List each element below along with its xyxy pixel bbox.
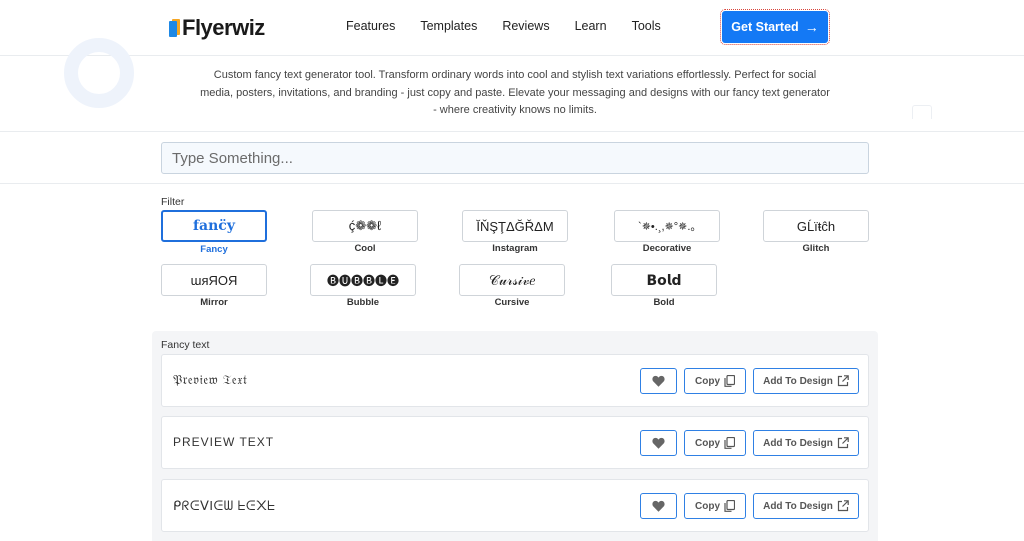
result-text[interactable]: ᑭᖇᕮᐯIᕮᗯ ᖶᕮ᙭ᖶ bbox=[173, 498, 275, 514]
nav-features[interactable]: Features bbox=[346, 19, 395, 33]
add-to-design-label: Add To Design bbox=[763, 375, 833, 387]
filter-mirror-button[interactable]: ɯᴙЯOЯ bbox=[161, 264, 267, 296]
copy-button[interactable]: Copy bbox=[684, 430, 746, 456]
filter-bubble-button[interactable]: 🅑🅤🅑🅑🅛🅔 bbox=[310, 264, 416, 296]
favorite-button[interactable] bbox=[640, 430, 677, 456]
result-row: 𝔓𝔯𝔢𝔳𝔦𝔢𝔴 𝔗𝔢𝔵𝔱 Copy Add To Design bbox=[161, 354, 869, 407]
filter-fancy-label: Fancy bbox=[200, 244, 228, 255]
tool-description: Custom fancy text generator tool. Transf… bbox=[200, 69, 830, 116]
decorative-shape bbox=[912, 105, 932, 119]
copy-icon bbox=[724, 375, 735, 387]
filter-cool-label: Cool bbox=[354, 243, 376, 254]
copy-button[interactable]: Copy bbox=[684, 368, 746, 394]
site-header: Flyerwiz Features Templates Reviews Lear… bbox=[0, 0, 1024, 56]
copy-icon bbox=[724, 500, 735, 512]
heart-icon bbox=[652, 375, 665, 387]
logo-text: Flyerwiz bbox=[182, 15, 265, 40]
heart-icon bbox=[652, 437, 665, 449]
copy-label: Copy bbox=[695, 375, 720, 387]
result-row: ᑭᖇᕮᐯIᕮᗯ ᖶᕮ᙭ᖶ Copy Add To Design bbox=[161, 479, 869, 532]
arrow-right-icon: → bbox=[804, 19, 819, 35]
filter-fancy-button[interactable]: fanc̈y bbox=[161, 210, 267, 242]
result-row: PREVIEW TEXT Copy Add To Design bbox=[161, 416, 869, 469]
add-to-design-label: Add To Design bbox=[763, 500, 833, 512]
result-text[interactable]: 𝔓𝔯𝔢𝔳𝔦𝔢𝔴 𝔗𝔢𝔵𝔱 bbox=[173, 373, 247, 388]
divider bbox=[0, 183, 1024, 184]
add-to-design-label: Add To Design bbox=[763, 437, 833, 449]
filter-instagram-label: Instagram bbox=[492, 243, 538, 254]
flyerwiz-logo[interactable]: Flyerwiz bbox=[169, 15, 265, 41]
filter-cursive-label: Cursive bbox=[494, 297, 530, 308]
filter-bold-button[interactable]: 𝗕𝗼𝗹𝗱 bbox=[611, 264, 717, 296]
divider bbox=[0, 131, 1024, 132]
nav-learn[interactable]: Learn bbox=[575, 19, 607, 33]
filter-glitch-button[interactable]: GĹïŧĉh bbox=[763, 210, 869, 242]
heart-icon bbox=[652, 500, 665, 512]
add-to-design-button[interactable]: Add To Design bbox=[753, 493, 859, 519]
logo-icon bbox=[169, 18, 180, 38]
search-input[interactable] bbox=[161, 142, 869, 174]
get-started-button[interactable]: Get Started → bbox=[720, 9, 830, 45]
main-nav: Features Templates Reviews Learn Tools bbox=[346, 19, 686, 33]
filter-cool-button[interactable]: ḉ❁❁ℓ bbox=[312, 210, 418, 242]
nav-tools[interactable]: Tools bbox=[632, 19, 661, 33]
favorite-button[interactable] bbox=[640, 493, 677, 519]
filter-bold-label: Bold bbox=[653, 297, 675, 308]
results-label: Fancy text bbox=[161, 339, 210, 351]
nav-templates[interactable]: Templates bbox=[420, 19, 477, 33]
favorite-button[interactable] bbox=[640, 368, 677, 394]
copy-button[interactable]: Copy bbox=[684, 493, 746, 519]
add-to-design-button[interactable]: Add To Design bbox=[753, 430, 859, 456]
filter-label: Filter bbox=[161, 196, 185, 208]
filter-glitch-label: Glitch bbox=[802, 243, 830, 254]
filter-bubble-label: Bubble bbox=[346, 297, 380, 308]
filter-instagram-button[interactable]: ĬŇŞŢΔĞŘΔM bbox=[462, 210, 568, 242]
filter-decorative-label: Decorative bbox=[642, 243, 692, 254]
copy-icon bbox=[724, 437, 735, 449]
external-link-icon bbox=[837, 437, 849, 449]
add-to-design-button[interactable]: Add To Design bbox=[753, 368, 859, 394]
get-started-label: Get Started bbox=[731, 20, 799, 34]
decorative-circle bbox=[64, 38, 134, 108]
filter-decorative-button[interactable]: `✵•.¸,✵°✵.｡ bbox=[614, 210, 720, 242]
external-link-icon bbox=[837, 500, 849, 512]
copy-label: Copy bbox=[695, 500, 720, 512]
filter-cursive-button[interactable]: 𝒞𝓊𝓇𝓈𝒾𝓋𝑒 bbox=[459, 264, 565, 296]
external-link-icon bbox=[837, 375, 849, 387]
filter-mirror-label: Mirror bbox=[200, 297, 228, 308]
result-text[interactable]: PREVIEW TEXT bbox=[173, 435, 274, 449]
copy-label: Copy bbox=[695, 437, 720, 449]
nav-reviews[interactable]: Reviews bbox=[502, 19, 549, 33]
